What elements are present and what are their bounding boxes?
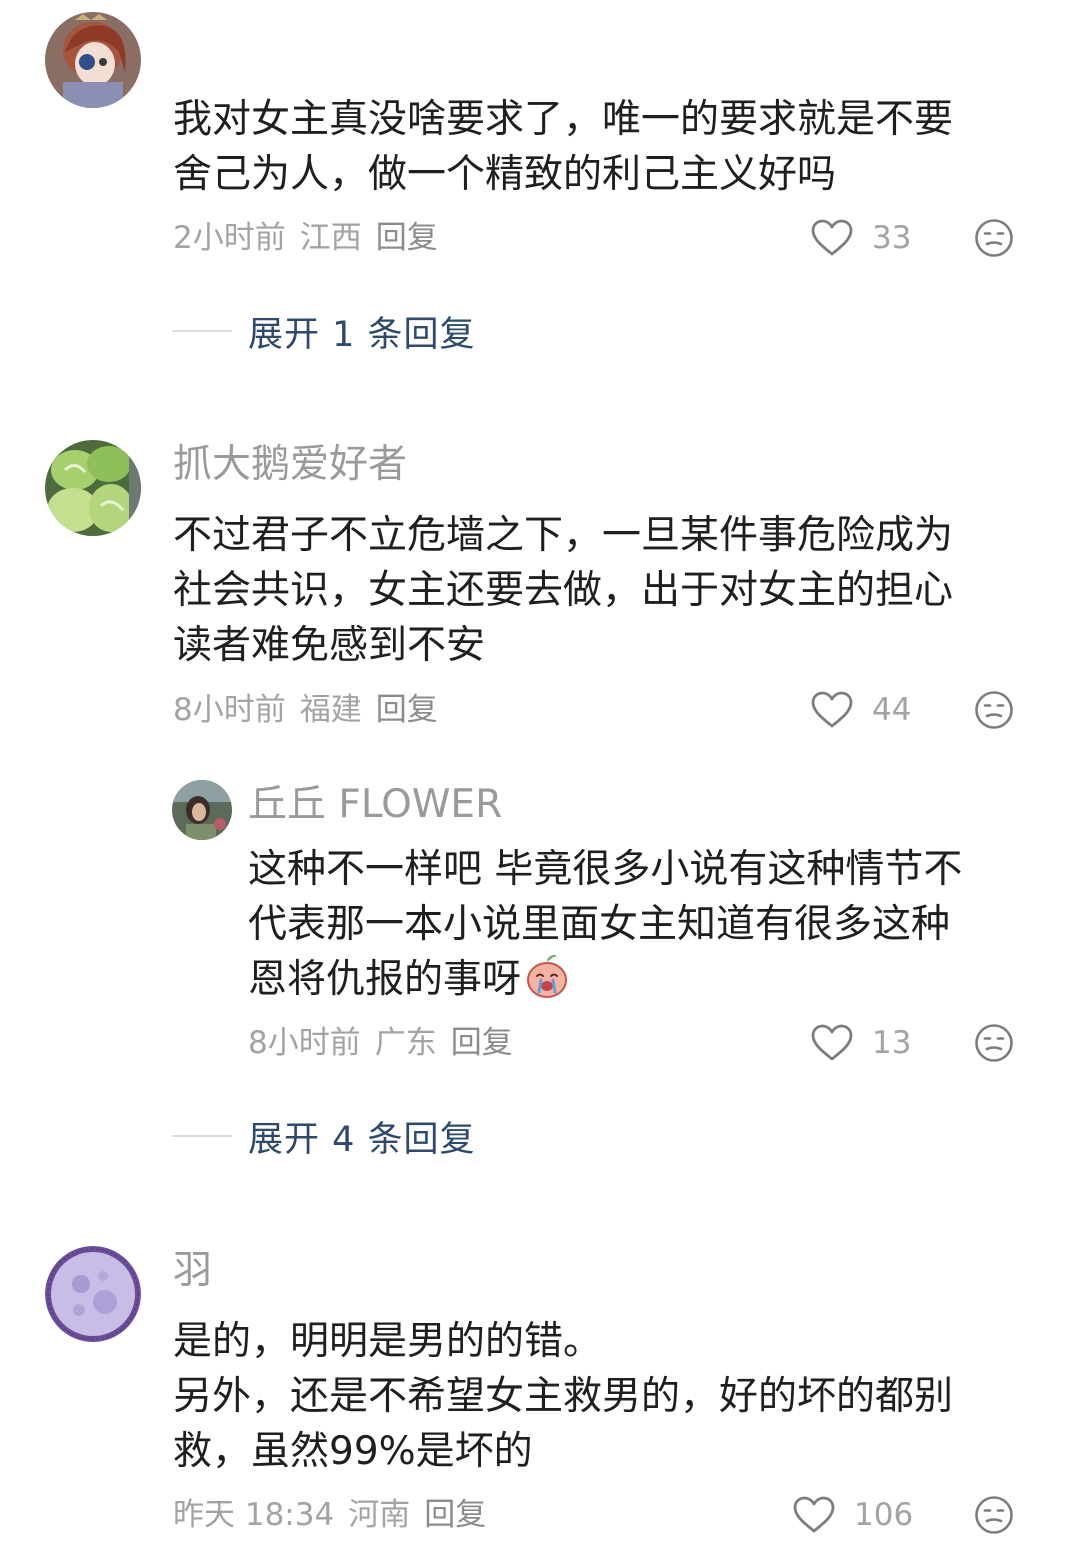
comment-meta: 8小时前 福建 回复 [173, 688, 452, 732]
comment-meta: 2小时前 江西 回复 [173, 216, 452, 260]
meh-face-icon[interactable] [974, 218, 1014, 258]
divider [172, 1135, 232, 1137]
expand-replies-label: 展开 1 条回复 [248, 314, 476, 355]
avatar[interactable] [45, 12, 141, 108]
expand-replies-label: 展开 4 条回复 [248, 1119, 476, 1160]
heart-icon [811, 691, 853, 728]
expand-replies-button[interactable]: 展开 1 条回复 [172, 306, 476, 356]
like-count: 13 [872, 1025, 912, 1061]
reply-button[interactable]: 回复 [451, 1025, 513, 1061]
meh-face-icon[interactable] [974, 1023, 1014, 1063]
like-count: 106 [854, 1497, 914, 1533]
avatar[interactable] [45, 1246, 141, 1342]
comment-time: 2小时前 [173, 220, 286, 256]
avatar[interactable] [172, 780, 232, 840]
heart-icon [793, 1496, 835, 1533]
meh-face-icon[interactable] [974, 1495, 1014, 1535]
comment-time: 昨天 18:34 [173, 1497, 335, 1533]
meh-face-icon[interactable] [974, 690, 1014, 730]
like-button[interactable]: 44 [810, 688, 911, 732]
username[interactable]: 丘丘 FLOWER [248, 780, 502, 830]
reply-button[interactable]: 回复 [376, 692, 438, 728]
heart-icon [811, 1024, 853, 1061]
reply-button[interactable]: 回复 [376, 220, 438, 256]
comment-location: 江西 [299, 220, 362, 256]
crying-peach-emoji [527, 955, 568, 998]
heart-icon [811, 219, 853, 256]
like-button[interactable]: 106 [792, 1493, 913, 1537]
username[interactable]: 羽 [173, 1246, 212, 1296]
comment-text: 我对女主真没啥要求了，唯一的要求就是不要 舍己为人，做一个精致的利己主义好吗 [173, 97, 954, 197]
reply-time: 8小时前 [248, 1025, 361, 1061]
reply-text-content: 这种不一样吧 毕竟很多小说有这种情节不 代表那一本小说里面女主知道有很多这种 恩… [248, 847, 963, 1002]
like-button[interactable]: 33 [810, 216, 911, 260]
comment-location: 河南 [348, 1497, 411, 1533]
expand-replies-button[interactable]: 展开 4 条回复 [172, 1111, 476, 1161]
like-count: 44 [872, 692, 912, 728]
reply-location: 广东 [374, 1025, 437, 1061]
reply-text: 这种不一样吧 毕竟很多小说有这种情节不 代表那一本小说里面女主知道有很多这种 恩… [248, 842, 1048, 1007]
avatar[interactable] [45, 440, 141, 536]
like-button[interactable]: 13 [810, 1021, 911, 1065]
reply-meta: 8小时前 广东 回复 [248, 1021, 527, 1065]
comment-text: 是的，明明是男的的错。 另外，还是不希望女主救男的，好的坏的都别 救，虽然99%… [173, 1319, 954, 1474]
comment-location: 福建 [299, 692, 362, 728]
comment-meta: 昨天 18:34 河南 回复 [173, 1493, 500, 1537]
like-count: 33 [872, 220, 912, 256]
comment-text: 不过君子不立危墙之下，一旦某件事危险成为 社会共识，女主还要去做，出于对女主的担… [173, 513, 954, 668]
reply-button[interactable]: 回复 [424, 1497, 486, 1533]
comment-time: 8小时前 [173, 692, 286, 728]
username[interactable]: 抓大鹅爱好者 [173, 440, 407, 490]
divider [172, 330, 232, 332]
